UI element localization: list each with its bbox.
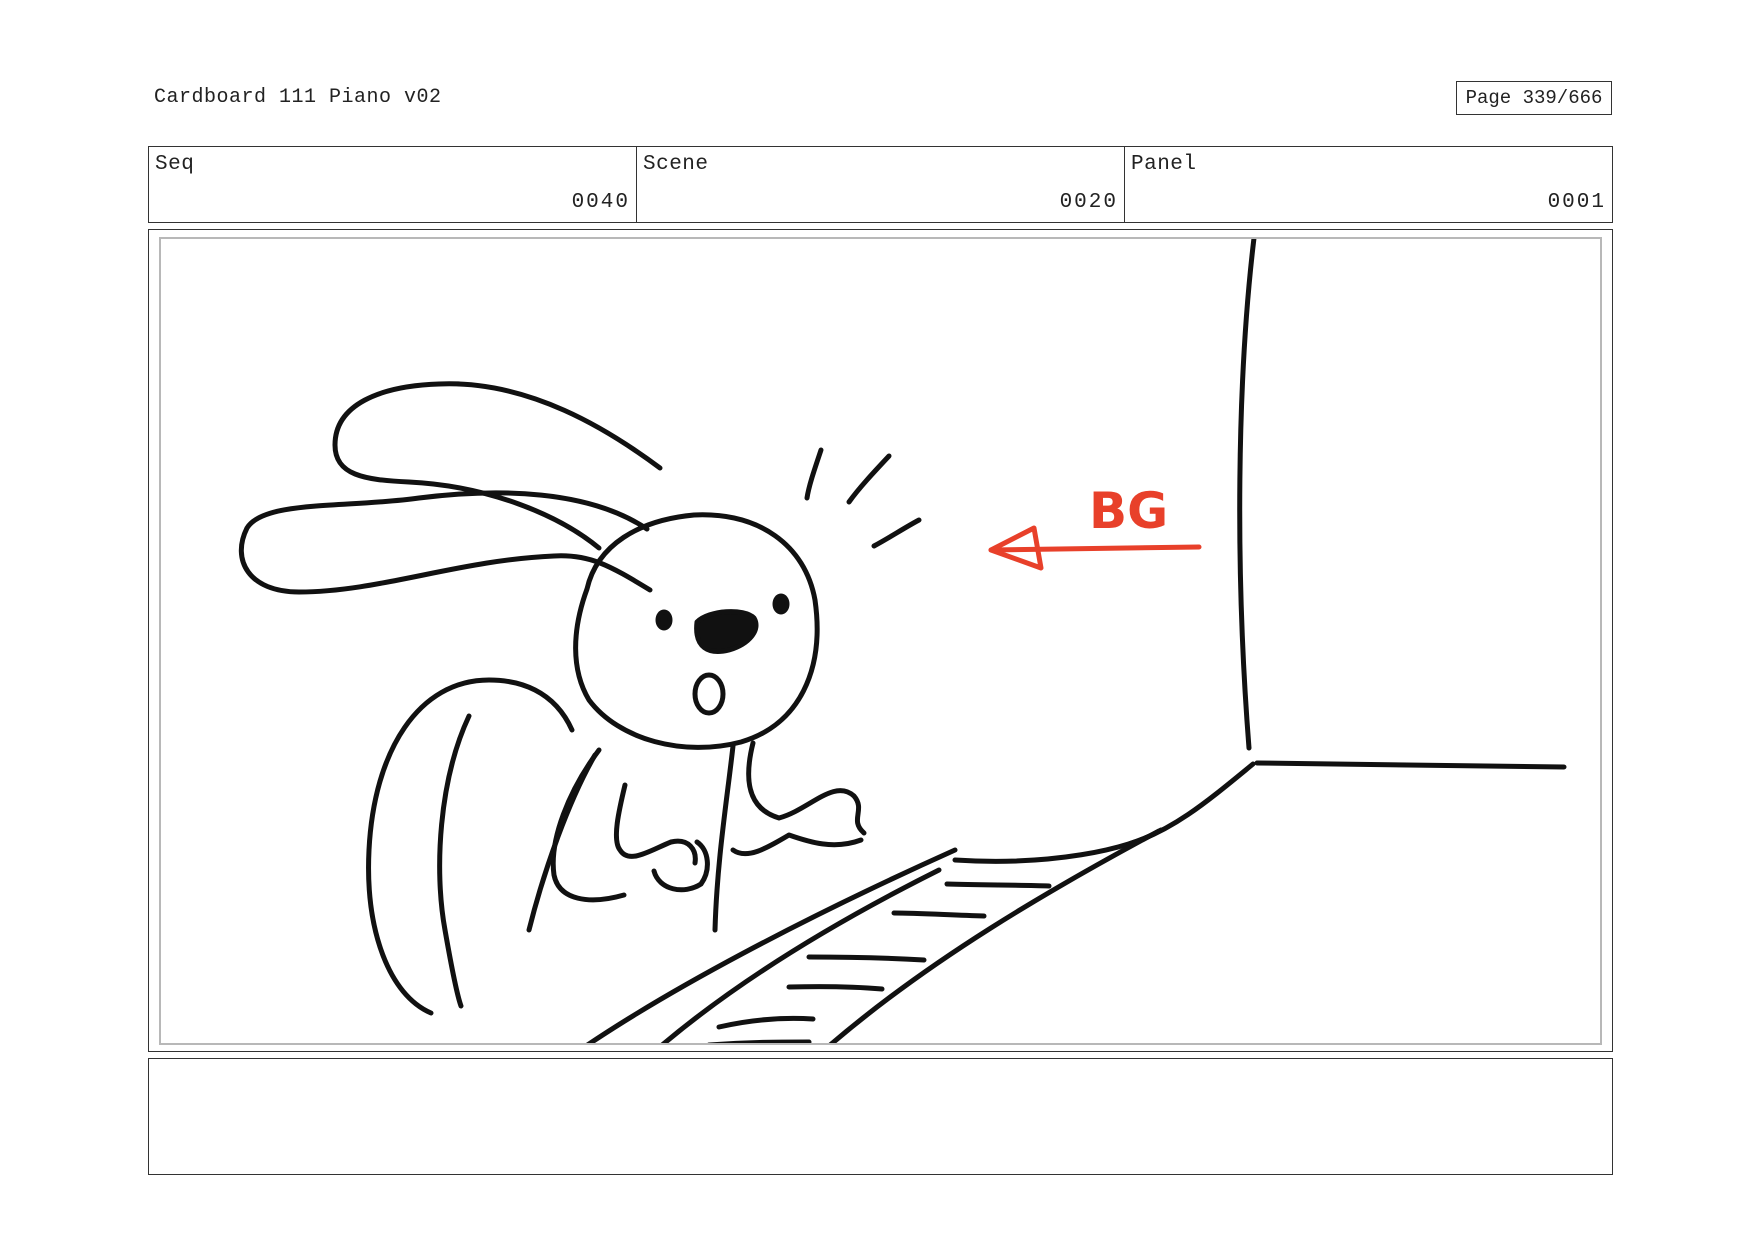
- bunny-left-hand: [613, 782, 698, 866]
- piano-key-4: [786, 984, 885, 992]
- seq-label: Seq: [155, 153, 195, 176]
- piano-key-5: [716, 1015, 816, 1030]
- bunny-character: [238, 381, 922, 1016]
- scene-label: Scene: [643, 153, 709, 176]
- panel-safe-area: BG: [159, 237, 1602, 1045]
- bunny-right-arm: [746, 740, 867, 836]
- piano-key-2: [891, 910, 987, 919]
- bunny-mouth: [692, 672, 726, 716]
- seq-cell: Seq 0040: [149, 147, 637, 222]
- bunny-left-eye: [655, 609, 673, 631]
- bg-annotation: BG: [988, 482, 1202, 571]
- bunny-left-paw: [651, 839, 710, 893]
- piano-key-6: [707, 1039, 812, 1043]
- panel-label: Panel: [1131, 153, 1197, 176]
- bunny-right-hand: [730, 832, 864, 857]
- piano-back-edge: [1237, 239, 1257, 751]
- panel-cell: Panel 0001: [1125, 147, 1612, 222]
- storyboard-panel: BG: [148, 229, 1613, 1052]
- bunny-nose: [694, 609, 759, 654]
- piano-front-edge: [585, 847, 958, 1043]
- seq-value: 0040: [571, 191, 630, 214]
- piano-top-edge: [1254, 760, 1567, 770]
- surprise-mark-2: [846, 453, 892, 505]
- bunny-left-arm-line: [526, 752, 598, 933]
- panel-value: 0001: [1547, 191, 1606, 214]
- bg-label: BG: [1089, 482, 1168, 540]
- metadata-table: Seq 0040 Scene 0020 Panel 0001: [148, 146, 1613, 223]
- panel-drawing: BG: [238, 239, 1567, 1043]
- surprise-mark-3: [871, 517, 922, 549]
- piano-lid-curve: [1126, 761, 1256, 847]
- bunny-body-line: [712, 743, 736, 933]
- notes-box: [148, 1058, 1613, 1175]
- surprise-mark-1: [804, 447, 824, 501]
- bunny-back: [366, 677, 575, 1016]
- bunny-upper-ear: [332, 381, 663, 551]
- scene-cell: Scene 0020: [637, 147, 1125, 222]
- bg-arrow-shaft: [988, 544, 1202, 553]
- bunny-right-eye: [772, 593, 790, 615]
- document-title: Cardboard 111 Piano v02: [154, 86, 442, 109]
- scene-value: 0020: [1059, 191, 1118, 214]
- piano-key-3: [806, 954, 927, 963]
- bunny-back-inner: [437, 713, 472, 1009]
- page-number: Page 339/666: [1456, 81, 1612, 115]
- piano-key-1: [944, 881, 1052, 889]
